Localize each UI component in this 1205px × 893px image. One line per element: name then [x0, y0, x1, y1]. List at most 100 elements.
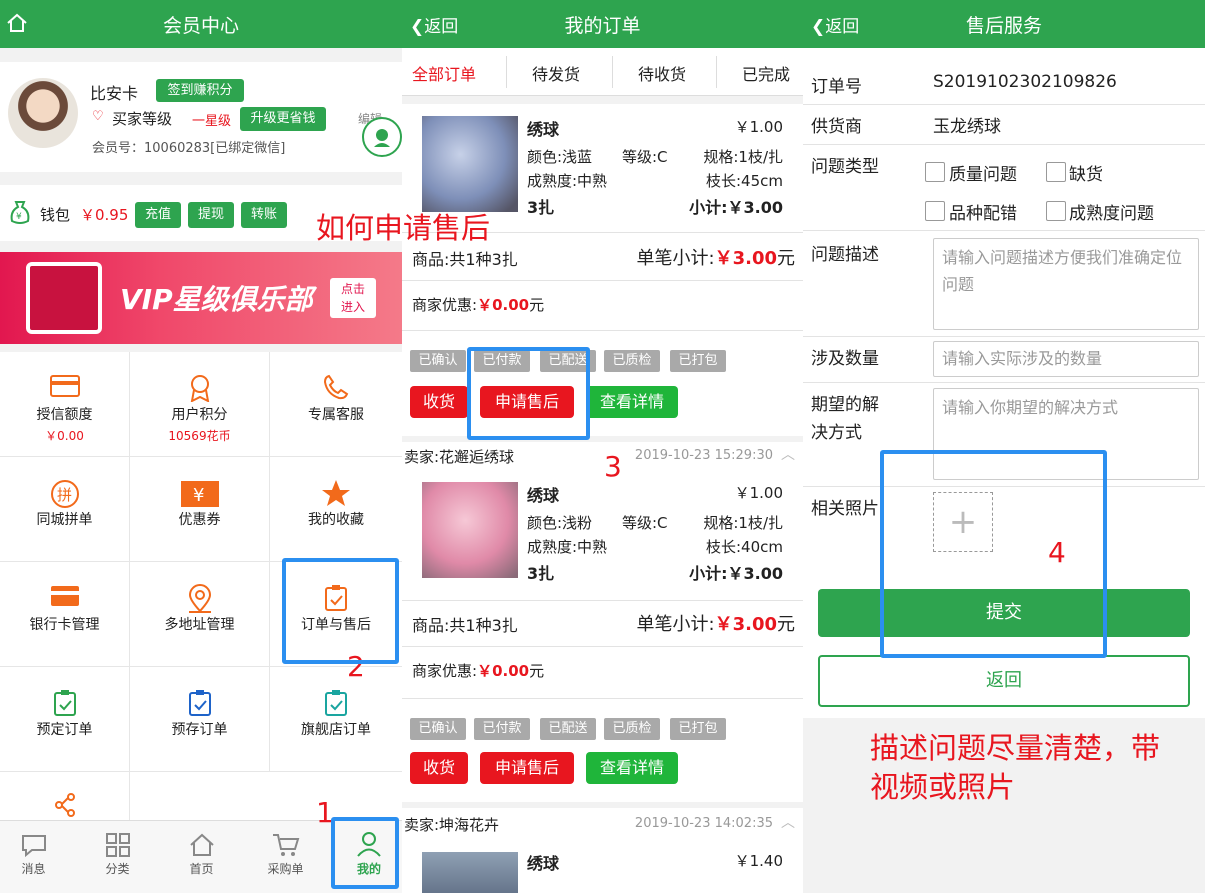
grid-item-service[interactable]: 专属客服	[270, 352, 402, 457]
chevron-up-icon[interactable]: ︿	[781, 444, 795, 464]
product-name: 绣球	[527, 486, 560, 505]
upgrade-button[interactable]: 升级更省钱	[240, 107, 326, 131]
back-button[interactable]: ❮返回	[811, 12, 859, 37]
grid-item-share[interactable]	[0, 772, 130, 820]
grid-item-group-buy[interactable]: 拼 同城拼单	[0, 457, 130, 562]
product-image[interactable]	[422, 852, 518, 893]
return-button[interactable]: 返回	[818, 655, 1190, 707]
grid-sub: ￥0.00	[45, 429, 84, 443]
annotation-tip-line2: 视频或照片	[870, 770, 1016, 804]
tab-completed[interactable]: 已完成	[742, 61, 790, 85]
back-label: 返回	[825, 17, 860, 37]
customer-service-icon[interactable]	[362, 117, 402, 157]
discount-unit: 元	[529, 296, 545, 314]
grid-item-favorites[interactable]: 我的收藏	[270, 457, 402, 562]
divider	[803, 382, 1205, 383]
back-button[interactable]: ❮返回	[410, 12, 458, 37]
divider	[803, 336, 1205, 337]
status-tag: 已质检	[604, 718, 660, 740]
recharge-button[interactable]: 充值	[135, 202, 181, 228]
product-subtotal: 小计:￥3.00	[689, 194, 783, 218]
seller-name: 卖家:花邂逅绣球	[404, 448, 515, 466]
order-card: 绣球 ￥1.00 颜色:浅蓝 等级:C 规格:1枝/扎 成熟度:中熟 枝长:45…	[402, 104, 803, 436]
grid-label: 预定订单	[36, 722, 93, 738]
home-icon[interactable]	[6, 12, 28, 39]
vip-banner[interactable]: VIP星级俱乐部 点击 进入	[0, 252, 402, 344]
card-icon	[0, 374, 129, 404]
grid-item-coupon[interactable]: ¥ 优惠券	[130, 457, 270, 562]
receive-button[interactable]: 收货	[410, 386, 468, 418]
single-value: ￥3.00	[714, 614, 777, 635]
divider	[402, 646, 803, 647]
my-orders-header: ❮返回 我的订单	[402, 0, 803, 48]
apply-aftersale-button[interactable]: 申请售后	[480, 752, 574, 784]
product-qty: 3扎	[527, 198, 555, 217]
tab-home[interactable]: 首页	[168, 821, 235, 877]
banner-cta-line1: 点击	[340, 282, 365, 296]
tab-messages[interactable]: 消息	[0, 821, 67, 877]
grid-label: 用户积分	[171, 407, 228, 423]
profile-card: 比安卡 签到赚积分 ♡ 买家等级 一星级 升级更省钱 会员号：10060283[…	[0, 62, 402, 172]
transfer-button[interactable]: 转账	[241, 202, 287, 228]
subtotal-label: 小计:	[689, 198, 728, 217]
tab-label: 首页	[189, 862, 214, 876]
view-detail-button[interactable]: 查看详情	[586, 386, 678, 418]
single-subtotal: 单笔小计:￥3.00元	[637, 244, 796, 270]
quality-issue-checkbox[interactable]	[925, 162, 945, 182]
bank-card-icon	[0, 584, 129, 614]
product-maturity: 成熟度:中熟	[527, 538, 608, 556]
checkin-button[interactable]: 签到赚积分	[156, 79, 244, 102]
status-tag: 已打包	[670, 350, 726, 372]
maturity-issue-checkbox[interactable]	[1046, 201, 1066, 221]
merchant-discount: 商家优惠:￥0.00元	[412, 660, 544, 681]
tab-categories[interactable]: 分类	[84, 821, 151, 877]
single-value: ￥3.00	[714, 248, 777, 269]
order-no-value: S2019102302109826	[933, 72, 1117, 92]
member-center-panel: 会员中心 比安卡 签到赚积分 ♡ 买家等级 一星级 升级更省钱 会员号：1006…	[0, 0, 402, 893]
grid-item-prestore[interactable]: 预存订单	[130, 667, 270, 772]
grid-item-bank-card[interactable]: 银行卡管理	[0, 562, 130, 667]
tab-all-orders[interactable]: 全部订单	[412, 61, 476, 85]
tab-pending-ship[interactable]: 待发货	[532, 61, 580, 85]
clipboard-icon	[0, 689, 129, 719]
tab-divider	[506, 56, 507, 88]
grid-item-reserve[interactable]: 预定订单	[0, 667, 130, 772]
description-textarea[interactable]: 请输入问题描述方便我们准确定位问题	[933, 238, 1199, 330]
clipboard-blue-icon	[130, 689, 269, 719]
discount-value: ￥0.00	[477, 296, 530, 314]
pin-group-icon: 拼	[0, 479, 129, 509]
product-image[interactable]	[422, 116, 518, 212]
grid-label: 专属客服	[308, 407, 364, 423]
status-tag: 已付款	[474, 718, 530, 740]
view-detail-button[interactable]: 查看详情	[586, 752, 678, 784]
quantity-input[interactable]: 请输入实际涉及的数量	[933, 341, 1199, 377]
banner-cta[interactable]: 点击 进入	[330, 278, 376, 318]
star-icon	[270, 479, 402, 509]
chevron-up-icon[interactable]: ︿	[781, 812, 795, 832]
withdraw-button[interactable]: 提现	[188, 202, 234, 228]
tab-divider	[716, 56, 717, 88]
grid-item-points[interactable]: 用户积分 10569花币	[130, 352, 270, 457]
tab-cart[interactable]: 采购单	[252, 821, 319, 877]
grid-item-flagship[interactable]: 旗舰店订单	[270, 667, 402, 772]
discount-value: ￥0.00	[477, 662, 530, 680]
wrong-variety-label: 品种配错	[949, 204, 1017, 224]
tab-pending-receive[interactable]: 待收货	[638, 61, 686, 85]
product-image[interactable]	[422, 482, 518, 578]
tab-divider	[612, 56, 613, 88]
receive-button[interactable]: 收货	[410, 752, 468, 784]
product-length: 枝长:45cm	[706, 172, 783, 190]
status-tag: 已质检	[604, 350, 660, 372]
wrong-variety-checkbox[interactable]	[925, 201, 945, 221]
product-name: 绣球	[527, 854, 560, 873]
location-icon	[130, 584, 269, 614]
avatar[interactable]	[8, 78, 78, 148]
product-grade: 等级:C	[622, 514, 668, 532]
grid-item-address[interactable]: 多地址管理	[130, 562, 270, 667]
chat-icon	[21, 835, 46, 858]
clipboard-teal-icon	[270, 689, 402, 719]
out-of-stock-label: 缺货	[1069, 165, 1103, 185]
out-of-stock-checkbox[interactable]	[1046, 162, 1066, 182]
grid-item-credit[interactable]: 授信额度 ￥0.00	[0, 352, 130, 457]
medal-icon	[130, 374, 269, 404]
